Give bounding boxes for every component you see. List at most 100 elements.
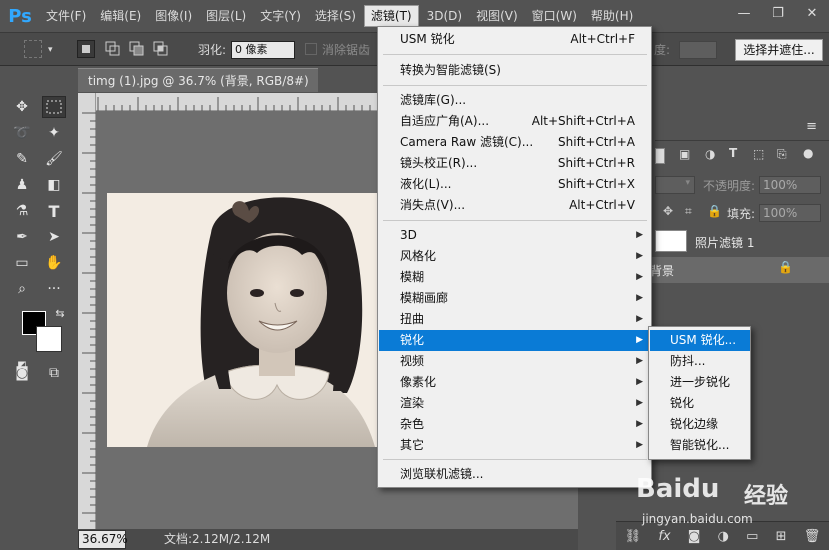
path-select-icon[interactable]: ➤ xyxy=(42,226,66,248)
select-and-mask-button[interactable]: 选择并遮住... xyxy=(735,39,823,61)
status-bar: 36.67% 文档:2.12M/2.12M xyxy=(78,529,578,550)
menu-3d[interactable]: 3D(D) xyxy=(421,4,468,28)
hand-tool-icon[interactable]: ✋ xyxy=(42,252,66,274)
lock-all-icon[interactable]: 🔒 xyxy=(707,204,722,218)
close-button[interactable]: ✕ xyxy=(795,0,829,26)
blend-mode-dropdown[interactable]: ▾ xyxy=(655,176,695,194)
smart-object-filter-icon[interactable]: ⎘ xyxy=(777,147,787,162)
menu-item-adaptive-wide-angle[interactable]: 自适应广角(A)... Alt+Shift+Ctrl+A xyxy=(379,111,651,132)
new-selection-icon[interactable] xyxy=(77,40,95,58)
menu-item-blur-gallery[interactable]: 模糊画廊 ▶ xyxy=(379,288,651,309)
document-info: 文档:2.12M/2.12M xyxy=(164,532,271,546)
rectangle-tool-icon[interactable]: ▭ xyxy=(10,252,34,274)
paint-bucket-icon[interactable]: ⚗ xyxy=(10,200,34,222)
layer-item[interactable]: 背景 🔒 xyxy=(640,257,829,283)
menu-item-other[interactable]: 其它 ▶ xyxy=(379,435,651,456)
menu-item-distort[interactable]: 扭曲 ▶ xyxy=(379,309,651,330)
zoom-tool-icon[interactable]: ⌕ xyxy=(10,278,34,300)
move-tool-icon[interactable]: ✥ xyxy=(10,96,34,118)
panel-menu-icon[interactable]: ≡ xyxy=(806,119,817,134)
lock-position-icon[interactable]: ✥ xyxy=(663,204,673,218)
document-tab[interactable]: timg (1).jpg @ 36.7% (背景, RGB/8#) * × xyxy=(78,68,318,112)
type-filter-icon[interactable]: T xyxy=(729,146,737,160)
swap-colors-icon[interactable]: ⇆ xyxy=(48,302,72,324)
submenu-item-sharpen[interactable]: 锐化 xyxy=(650,393,750,414)
lasso-tool-icon[interactable]: ➰ xyxy=(10,122,34,144)
submenu-item-sharpen-more[interactable]: 进一步锐化 xyxy=(650,372,750,393)
fx-icon[interactable]: fx xyxy=(658,529,670,544)
screen-mode-icon[interactable]: ⧉ xyxy=(42,362,66,384)
marquee-preset-icon[interactable] xyxy=(24,40,42,58)
adjustment-filter-icon[interactable]: ◑ xyxy=(705,147,715,161)
submenu-item-smart-sharpen[interactable]: 智能锐化... xyxy=(650,435,750,456)
magic-wand-icon[interactable]: ✦ xyxy=(42,122,66,144)
menu-view[interactable]: 视图(V) xyxy=(470,4,524,28)
menu-item-vanishing-point[interactable]: 消失点(V)... Alt+Ctrl+V xyxy=(379,195,651,216)
menu-file[interactable]: 文件(F) xyxy=(40,4,92,28)
pixel-filter-icon[interactable]: ▣ xyxy=(679,147,690,161)
menu-item-video[interactable]: 视频 ▶ xyxy=(379,351,651,372)
new-layer-icon[interactable]: ⊞ xyxy=(776,529,787,544)
submenu-arrow-icon: ▶ xyxy=(636,419,643,429)
menu-item-noise[interactable]: 杂色 ▶ xyxy=(379,414,651,435)
layer-item[interactable]: 照片滤镜 1 xyxy=(655,228,829,256)
stamp-tool-icon[interactable]: ♟ xyxy=(10,174,34,196)
menu-item-render[interactable]: 渲染 ▶ xyxy=(379,393,651,414)
menu-item-pixelate[interactable]: 像素化 ▶ xyxy=(379,372,651,393)
menu-item-liquify[interactable]: 液化(L)... Shift+Ctrl+X xyxy=(379,174,651,195)
layer-kind-dropdown[interactable] xyxy=(655,148,665,164)
trash-icon[interactable]: 🗑 xyxy=(804,529,821,544)
menu-item-blur[interactable]: 模糊 ▶ xyxy=(379,267,651,288)
quick-mask-icon[interactable]: ◙ xyxy=(10,362,34,384)
opacity-field[interactable]: 100% xyxy=(759,176,821,194)
submenu-item-usm-sharpen[interactable]: USM 锐化... xyxy=(650,330,750,351)
marquee-tool-icon[interactable] xyxy=(42,96,66,118)
background-color-swatch[interactable] xyxy=(36,326,62,352)
menu-window[interactable]: 窗口(W) xyxy=(526,4,583,28)
menu-item-filter-gallery[interactable]: 滤镜库(G)... xyxy=(379,90,651,111)
menu-filter[interactable]: 滤镜(T) xyxy=(363,5,419,27)
adjustment-layer-icon[interactable]: ◑ xyxy=(718,529,729,544)
lock-artboard-icon[interactable]: ⌗ xyxy=(685,204,692,219)
menu-item-usm-sharpen-last[interactable]: USM 锐化 Alt+Ctrl+F xyxy=(379,29,651,50)
menu-select[interactable]: 选择(S) xyxy=(309,4,362,28)
pen-tool-icon[interactable]: ✒ xyxy=(10,226,34,248)
photo-canvas[interactable] xyxy=(107,193,379,447)
add-mask-icon[interactable]: ◙ xyxy=(688,529,701,544)
type-tool-icon[interactable]: T xyxy=(42,200,66,222)
feather-input[interactable]: 0 像素 xyxy=(231,41,295,59)
menu-layer[interactable]: 图层(L) xyxy=(200,4,252,28)
menu-type[interactable]: 文字(Y) xyxy=(254,4,307,28)
zoom-field[interactable]: 36.67% xyxy=(78,530,128,549)
intersect-selection-icon[interactable] xyxy=(152,40,170,58)
restore-button[interactable]: ❐ xyxy=(761,0,795,26)
menu-item-camera-raw[interactable]: Camera Raw 滤镜(C)... Shift+Ctrl+A xyxy=(379,132,651,153)
eyedropper-icon[interactable]: ✎ xyxy=(10,148,34,170)
menu-edit[interactable]: 编辑(E) xyxy=(94,4,147,28)
brush-tool-icon[interactable]: 🖌 xyxy=(42,148,66,170)
menu-item-sharpen[interactable]: 锐化 ▶ xyxy=(379,330,651,351)
submenu-item-shake-reduction[interactable]: 防抖... xyxy=(650,351,750,372)
chevron-down-icon[interactable]: ▾ xyxy=(48,40,53,60)
menu-item-stylize[interactable]: 风格化 ▶ xyxy=(379,246,651,267)
fill-field[interactable]: 100% xyxy=(759,204,821,222)
menu-image[interactable]: 图像(I) xyxy=(149,4,198,28)
menu-item-browse-online[interactable]: 浏览联机滤镜... xyxy=(379,464,651,485)
eraser-tool-icon[interactable]: ◧ xyxy=(42,174,66,196)
height-field[interactable] xyxy=(679,41,717,59)
shape-filter-icon[interactable]: ⬚ xyxy=(753,147,764,161)
group-icon[interactable]: ▭ xyxy=(746,529,758,544)
subtract-selection-icon[interactable] xyxy=(128,40,146,58)
minimize-button[interactable]: — xyxy=(727,0,761,26)
antialias-checkbox[interactable] xyxy=(305,43,317,55)
more-tools-icon[interactable]: ··· xyxy=(42,278,66,300)
menu-item-lens-correction[interactable]: 镜头校正(R)... Shift+Ctrl+R xyxy=(379,153,651,174)
submenu-item-sharpen-edges[interactable]: 锐化边缘 xyxy=(650,414,750,435)
menu-item-3d[interactable]: 3D ▶ xyxy=(379,225,651,246)
menu-item-convert-smart[interactable]: 转换为智能滤镜(S) xyxy=(379,60,651,81)
filter-toggle-icon[interactable]: ● xyxy=(803,146,813,160)
link-layers-icon[interactable]: ⛓ xyxy=(625,529,642,544)
add-selection-icon[interactable] xyxy=(104,40,122,58)
menu-help[interactable]: 帮助(H) xyxy=(585,4,639,28)
layer-filter-row: ▣ ◑ T ⬚ ⎘ ● xyxy=(655,142,829,170)
